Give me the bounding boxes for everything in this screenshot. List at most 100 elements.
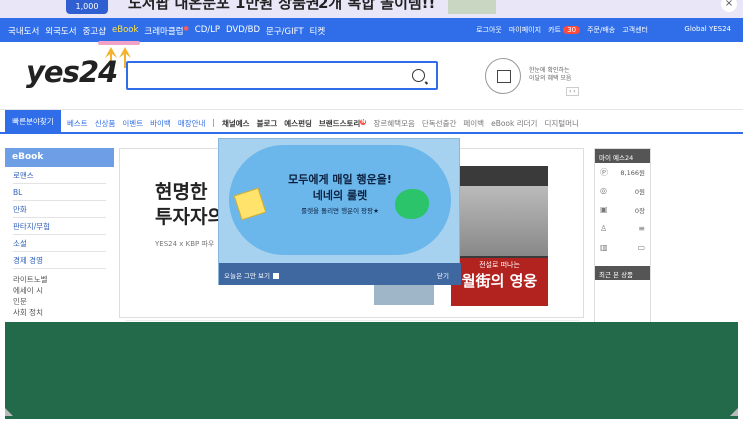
- popup-description: 룰렛을 돌리면 행운이 팡팡★: [301, 207, 379, 215]
- logout-link[interactable]: 로그아웃: [476, 25, 502, 35]
- subnav-items: 베스트 신상품 이벤트 바이백 매장안내 | 채널예스 블로그 예스펀딩 브랜드…: [67, 118, 579, 129]
- main-banner-subtitle: YES24 x KBP 파우: [155, 240, 215, 248]
- subnav-exclusive[interactable]: 단독선출간: [422, 118, 457, 129]
- subnav-digital-money[interactable]: 디지털머니: [544, 118, 579, 129]
- sidebar-item-light-novel[interactable]: 라이트노벨: [13, 274, 106, 285]
- yes-point-row[interactable]: Ⓟ 8,166원: [595, 163, 650, 182]
- gift-card-value: 0장: [634, 207, 645, 215]
- main-banner-title: 현명한 투자자의: [155, 181, 225, 228]
- benefits-text[interactable]: 한눈에 확인하는 이달의 혜택 모음: [529, 67, 571, 83]
- ebook-sidebar: eBook 로맨스 BL 만화 판타지/무협 소설 경제 경영 라이트노벨 에세…: [5, 148, 114, 348]
- benefits-line2: 이달의 혜택 모음: [529, 75, 572, 82]
- nav-dvd-bd[interactable]: DVD/BD: [226, 25, 260, 37]
- banner-headline-2: 2개 복합 놀이템!!: [318, 0, 436, 12]
- coupon-row[interactable]: ◎ 0원: [595, 182, 650, 201]
- cart-label: 카트: [548, 26, 561, 34]
- yes24-logo[interactable]: yes24: [26, 55, 118, 89]
- banner-image: [448, 0, 496, 14]
- banner-badge: 1,000: [66, 0, 108, 14]
- ebook-highlight-underline: [98, 41, 140, 45]
- icon-row-1: ♙ ≡: [595, 220, 650, 239]
- popup-footer: 오늘은 그만 보기 닫기: [219, 263, 461, 285]
- dont-show-today-toggle[interactable]: 오늘은 그만 보기: [224, 270, 279, 280]
- mypage-link[interactable]: 마이페이지: [509, 25, 541, 35]
- popup-title: 네네의 룰렛: [312, 189, 368, 202]
- account-links: 로그아웃 마이페이지 카트 30 주문/배송 고객센터: [476, 25, 648, 35]
- roulette-popup[interactable]: 모두에게 매일 행운을! 네네의 룰렛 룰렛을 돌리면 행운이 팡팡★ 오늘은 …: [218, 138, 461, 285]
- subnav-genre[interactable]: 장르혜택모음: [373, 118, 414, 129]
- subnav-store[interactable]: 매장안내: [178, 118, 206, 129]
- subnav-ebook-reader[interactable]: eBook 리더기: [491, 118, 537, 129]
- top-banner[interactable]: 1,000 도서팝 대온문포 1만원 상품권 2개 복합 놀이템!! ×: [0, 0, 743, 18]
- benefits-bag[interactable]: [485, 58, 521, 94]
- sidebar-item-novel[interactable]: 소설: [13, 235, 106, 252]
- sidebar-item-romance[interactable]: 로맨스: [13, 167, 106, 184]
- cart-link[interactable]: 카트 30: [548, 25, 581, 35]
- subnav-channel-yes[interactable]: 채널예스: [222, 118, 250, 129]
- subnav-payback[interactable]: 페이백: [463, 118, 484, 129]
- sub-nav: 빠른분야찾기 베스트 신상품 이벤트 바이백 매장안내 | 채널예스 블로그 예…: [0, 109, 743, 134]
- subnav-blog[interactable]: 블로그: [257, 118, 278, 129]
- category-list: 국내도서 외국도서 중고샵 eBook 크레마클럽● CD/LP DVD/BD …: [8, 25, 325, 37]
- nav-foreign-books[interactable]: 외국도서: [45, 25, 76, 37]
- subnav-new[interactable]: 신상품: [95, 118, 116, 129]
- sidebar-item-fantasy[interactable]: 판타지/무협: [13, 218, 106, 235]
- nav-crema-label: 크레마클럽: [144, 27, 184, 37]
- support-link[interactable]: 고객센터: [622, 25, 648, 35]
- wallet-icon[interactable]: ▭: [637, 243, 645, 256]
- banner-divider: [125, 320, 580, 321]
- nav-domestic-books[interactable]: 국내도서: [8, 25, 39, 37]
- recent-items-title[interactable]: 최근 본 상품: [595, 266, 650, 280]
- subnav-brand-story[interactable]: 브랜드스토리N: [319, 118, 367, 129]
- subnav-divider: |: [212, 118, 215, 127]
- library-icon[interactable]: ▥: [600, 243, 608, 256]
- book-cover-2[interactable]: 전설로 떠나는 월街의 영웅: [451, 166, 548, 306]
- new-dot-icon: ●: [183, 25, 189, 33]
- category-nav: 국내도서 외국도서 중고샵 eBook 크레마클럽● CD/LP DVD/BD …: [0, 18, 743, 42]
- orders-link[interactable]: 주문/배송: [587, 25, 615, 35]
- banner-headline: 도서팝 대온문포 1만원 상품권: [128, 0, 320, 12]
- user-icon[interactable]: ♙: [600, 224, 607, 237]
- quick-category-button[interactable]: 빠른분야찾기: [5, 110, 61, 134]
- banner-close-button[interactable]: ×: [721, 0, 737, 12]
- subnav-funding[interactable]: 예스펀딩: [284, 118, 312, 129]
- nav-ebook[interactable]: eBook: [112, 25, 138, 37]
- search-icon[interactable]: [412, 69, 425, 82]
- coupon-icon: ◎: [600, 186, 607, 195]
- green-overlay-banner: [5, 322, 738, 419]
- new-badge-icon: N: [360, 118, 367, 125]
- global-link[interactable]: Global YES24: [684, 25, 731, 33]
- subnav-buyback[interactable]: 바이백: [150, 118, 171, 129]
- gift-card-row[interactable]: ▣ 0장: [595, 201, 650, 220]
- shopping-bag-icon: [497, 70, 511, 83]
- sidebar-item-society[interactable]: 사회 정치: [13, 307, 106, 318]
- nav-cd-lp[interactable]: CD/LP: [195, 25, 220, 37]
- menu-icon[interactable]: ≡: [638, 224, 645, 237]
- nav-crema-club[interactable]: 크레마클럽●: [144, 25, 188, 37]
- nav-ticket[interactable]: 티켓: [310, 25, 326, 37]
- brand-story-label: 브랜드스토리: [318, 119, 361, 128]
- checkbox-icon[interactable]: [273, 273, 279, 279]
- yes-point-value: 8,166원: [620, 169, 645, 177]
- sidebar-title[interactable]: eBook: [5, 148, 114, 167]
- popup-close-button[interactable]: 닫기: [437, 270, 449, 280]
- sidebar-item-humanities[interactable]: 인문: [13, 296, 106, 307]
- popup-headline: 모두에게 매일 행운을!: [288, 173, 392, 186]
- sidebar-item-comics[interactable]: 만화: [13, 201, 106, 218]
- nav-gift[interactable]: 문구/GIFT: [266, 25, 304, 37]
- sidebar-category-list: 로맨스 BL 만화 판타지/무협 소설 경제 경영 라이트노벨 에세이 시 인문…: [5, 167, 114, 318]
- book-portrait: [451, 186, 548, 256]
- subnav-best[interactable]: 베스트: [67, 118, 88, 129]
- nav-used-shop[interactable]: 중고샵: [83, 25, 106, 37]
- search-box[interactable]: [126, 61, 438, 90]
- sidebar-item-bl[interactable]: BL: [13, 184, 106, 201]
- subnav-event[interactable]: 이벤트: [122, 118, 143, 129]
- my-yes24-panel: 마이 예스24 Ⓟ 8,166원 ◎ 0원 ▣ 0장 ♙ ≡ ▥ ▭ 최근 본 상품: [594, 148, 651, 348]
- book-subtitle: 전설로 떠나는: [479, 261, 520, 269]
- benefits-line1: 한눈에 확인하는: [529, 67, 570, 74]
- book-title: 월街의 영웅: [461, 272, 538, 290]
- benefits-pager[interactable]: ‹ ›: [566, 87, 579, 96]
- sidebar-item-essay[interactable]: 에세이 시: [13, 285, 106, 296]
- my-yes24-title[interactable]: 마이 예스24: [595, 149, 650, 163]
- sidebar-item-economy[interactable]: 경제 경영: [13, 252, 106, 269]
